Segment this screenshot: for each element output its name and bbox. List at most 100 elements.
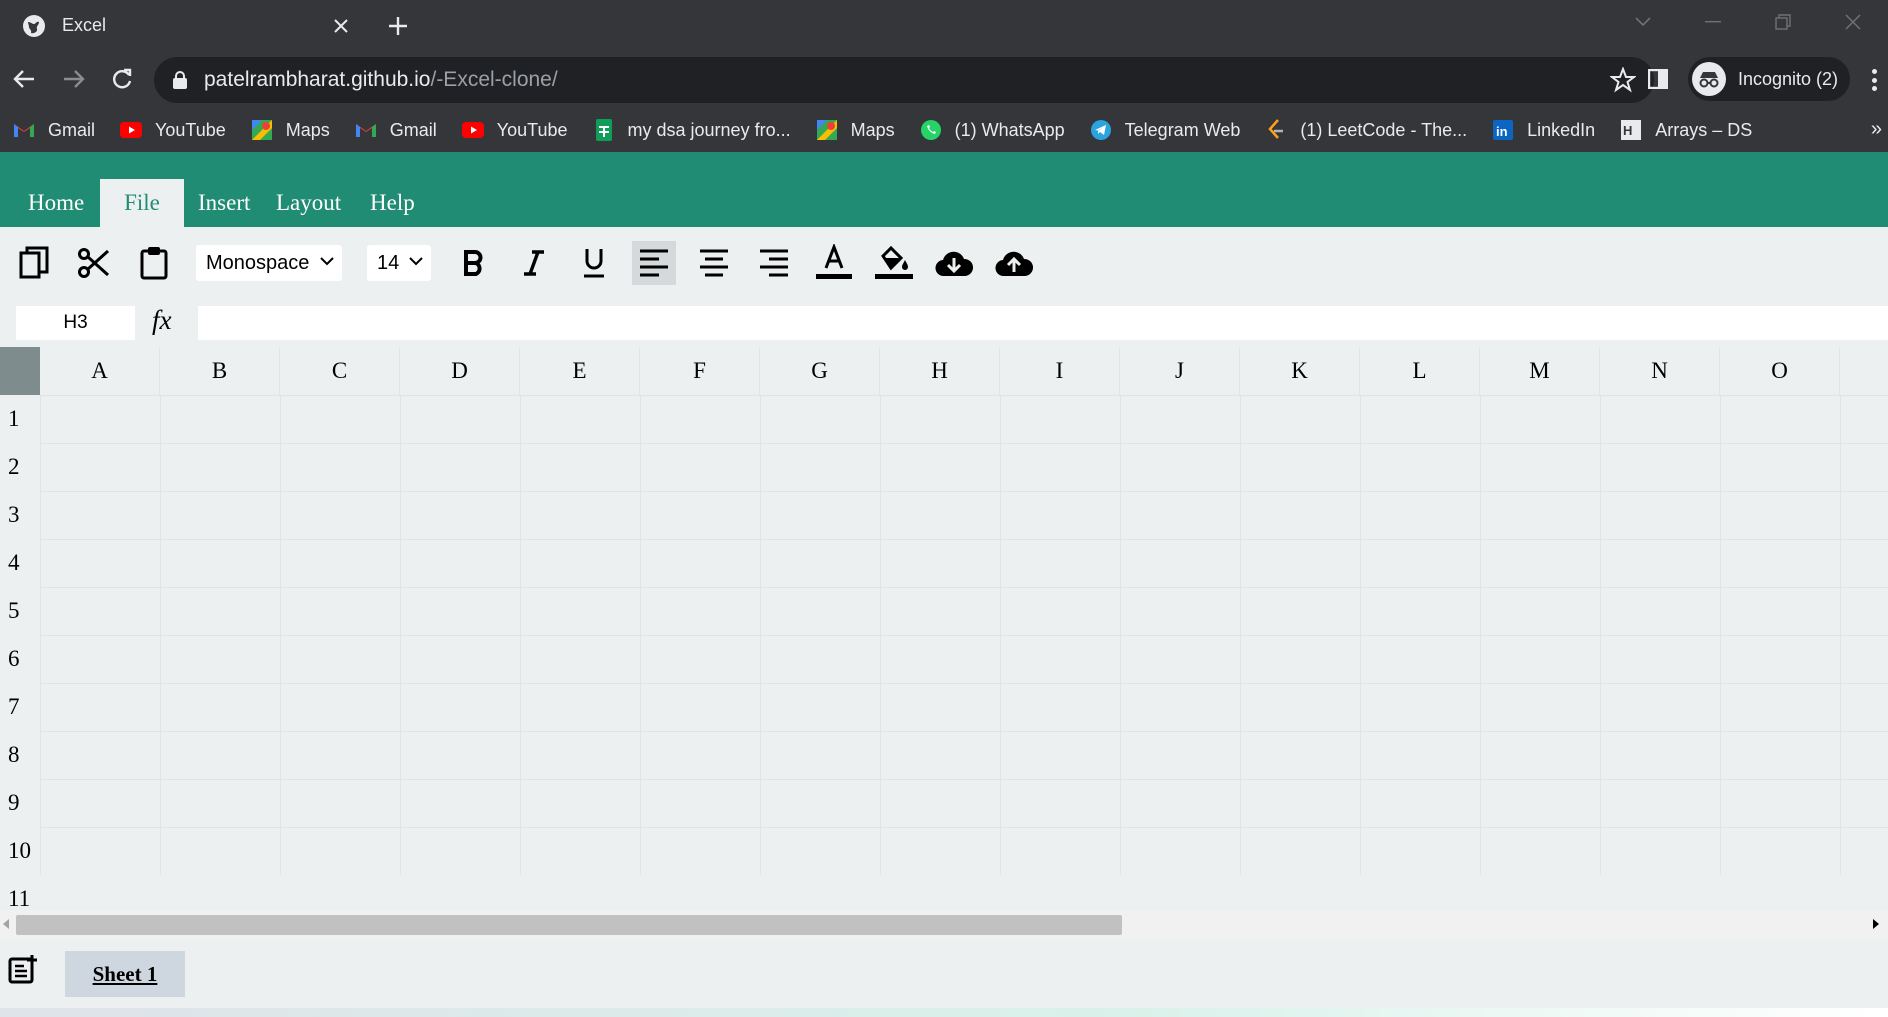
- row-header[interactable]: 5: [0, 587, 40, 635]
- sheet-tab[interactable]: Sheet 1: [65, 951, 185, 997]
- menu-file[interactable]: File: [100, 179, 184, 227]
- add-sheet-icon[interactable]: [8, 954, 38, 984]
- text-color-icon[interactable]: [812, 241, 856, 285]
- hackerrank-icon: H: [1619, 118, 1643, 142]
- browser-menu-icon[interactable]: [1866, 65, 1882, 95]
- select-all-corner[interactable]: [0, 347, 40, 395]
- column-header[interactable]: A: [40, 347, 160, 395]
- column-header[interactable]: M: [1480, 347, 1600, 395]
- column-header[interactable]: L: [1360, 347, 1480, 395]
- underline-icon[interactable]: [572, 241, 616, 285]
- bookmark-item[interactable]: my dsa journey fro...: [592, 118, 791, 142]
- font-family-select[interactable]: Monospace: [196, 245, 342, 281]
- menu-home[interactable]: Home: [10, 179, 102, 227]
- fill-color-icon[interactable]: [872, 241, 916, 285]
- sheets-icon: [592, 118, 616, 142]
- bookmark-item[interactable]: Maps: [815, 118, 895, 142]
- align-right-icon[interactable]: [752, 241, 796, 285]
- formula-input[interactable]: [198, 306, 1888, 340]
- chevron-down-icon: [409, 257, 423, 266]
- page-bottom-edge: [0, 1008, 1888, 1017]
- spreadsheet-grid: ABCDEFGHIJKLMNO 1 2 3 4 5 6 7 8 9 10 11: [0, 347, 1888, 911]
- column-header[interactable]: H: [880, 347, 1000, 395]
- globe-icon: [23, 14, 45, 37]
- bookmark-item[interactable]: Telegram Web: [1089, 118, 1240, 142]
- restore-icon[interactable]: [1748, 0, 1818, 44]
- bookmark-item[interactable]: YouTube: [461, 118, 568, 142]
- cell-address-box[interactable]: H3: [16, 306, 135, 340]
- row-header[interactable]: 10: [0, 827, 40, 875]
- font-size-select[interactable]: 14: [367, 245, 431, 281]
- new-tab-icon[interactable]: [380, 8, 416, 44]
- bookmark-item[interactable]: in LinkedIn: [1491, 118, 1595, 142]
- scrollbar-thumb[interactable]: [16, 915, 1122, 935]
- italic-icon[interactable]: [512, 241, 556, 285]
- browser-tab[interactable]: Excel: [0, 0, 367, 51]
- column-header[interactable]: K: [1240, 347, 1360, 395]
- row-header[interactable]: 11: [0, 875, 40, 911]
- bookmark-item[interactable]: (1) WhatsApp: [919, 118, 1065, 142]
- copy-icon[interactable]: [12, 241, 56, 285]
- column-header[interactable]: E: [520, 347, 640, 395]
- paste-icon[interactable]: [132, 241, 176, 285]
- bold-icon[interactable]: [452, 241, 496, 285]
- forward-icon[interactable]: [56, 61, 92, 97]
- app-menu-bar: Home File Insert Layout Help: [0, 152, 1888, 227]
- youtube-icon: [119, 118, 143, 142]
- row-header[interactable]: 9: [0, 779, 40, 827]
- column-header[interactable]: B: [160, 347, 280, 395]
- row-header[interactable]: 7: [0, 683, 40, 731]
- browser-toolbar: patelrambharat.github.io/-Excel-clone/ I…: [0, 51, 1888, 108]
- row-header[interactable]: 2: [0, 443, 40, 491]
- cell-grid[interactable]: [40, 395, 1888, 875]
- row-header[interactable]: 1: [0, 395, 40, 443]
- linkedin-icon: in: [1491, 118, 1515, 142]
- menu-layout[interactable]: Layout: [258, 179, 359, 227]
- bookmark-item[interactable]: H Arrays – DS: [1619, 118, 1752, 142]
- scroll-right-icon[interactable]: [1872, 918, 1880, 930]
- align-center-icon[interactable]: [692, 241, 736, 285]
- tab-search-icon[interactable]: [1608, 0, 1678, 44]
- column-header[interactable]: J: [1120, 347, 1240, 395]
- back-icon[interactable]: [6, 61, 42, 97]
- download-icon[interactable]: [932, 241, 976, 285]
- formula-bar: H3 fx: [0, 299, 1888, 347]
- minimize-icon[interactable]: [1678, 0, 1748, 44]
- bookmark-item[interactable]: Maps: [250, 118, 330, 142]
- menu-help[interactable]: Help: [352, 179, 433, 227]
- address-bar[interactable]: patelrambharat.github.io/-Excel-clone/: [154, 57, 1654, 103]
- column-header[interactable]: I: [1000, 347, 1120, 395]
- bookmark-item[interactable]: YouTube: [119, 118, 226, 142]
- align-left-icon[interactable]: [632, 241, 676, 285]
- close-window-icon[interactable]: [1818, 0, 1888, 44]
- window-controls: [1608, 0, 1888, 44]
- bookmark-item[interactable]: (1) LeetCode - The...: [1264, 118, 1467, 142]
- tab-title: Excel: [62, 15, 107, 35]
- row-header[interactable]: 6: [0, 635, 40, 683]
- youtube-icon: [461, 118, 485, 142]
- column-header[interactable]: F: [640, 347, 760, 395]
- upload-icon[interactable]: [992, 241, 1036, 285]
- incognito-profile-button[interactable]: Incognito (2): [1688, 57, 1850, 101]
- close-tab-icon[interactable]: [323, 8, 359, 44]
- column-header[interactable]: O: [1720, 347, 1840, 395]
- reload-icon[interactable]: [104, 61, 140, 97]
- chevron-down-icon: [320, 257, 334, 266]
- bookmark-star-icon[interactable]: [1610, 67, 1636, 93]
- row-header[interactable]: 8: [0, 731, 40, 779]
- scroll-left-icon[interactable]: [2, 918, 10, 930]
- column-header[interactable]: G: [760, 347, 880, 395]
- row-header[interactable]: 4: [0, 539, 40, 587]
- column-header[interactable]: D: [400, 347, 520, 395]
- bookmark-item[interactable]: Gmail: [354, 118, 437, 142]
- column-header[interactable]: C: [280, 347, 400, 395]
- column-header[interactable]: N: [1600, 347, 1720, 395]
- more-bookmarks-icon[interactable]: »: [1871, 118, 1882, 141]
- side-panel-icon[interactable]: [1642, 63, 1674, 95]
- svg-text:H: H: [1623, 123, 1632, 138]
- bookmark-item[interactable]: Gmail: [12, 118, 95, 142]
- cut-icon[interactable]: [72, 241, 116, 285]
- fx-label: fx: [152, 305, 172, 335]
- row-header[interactable]: 3: [0, 491, 40, 539]
- menu-insert[interactable]: Insert: [180, 179, 268, 227]
